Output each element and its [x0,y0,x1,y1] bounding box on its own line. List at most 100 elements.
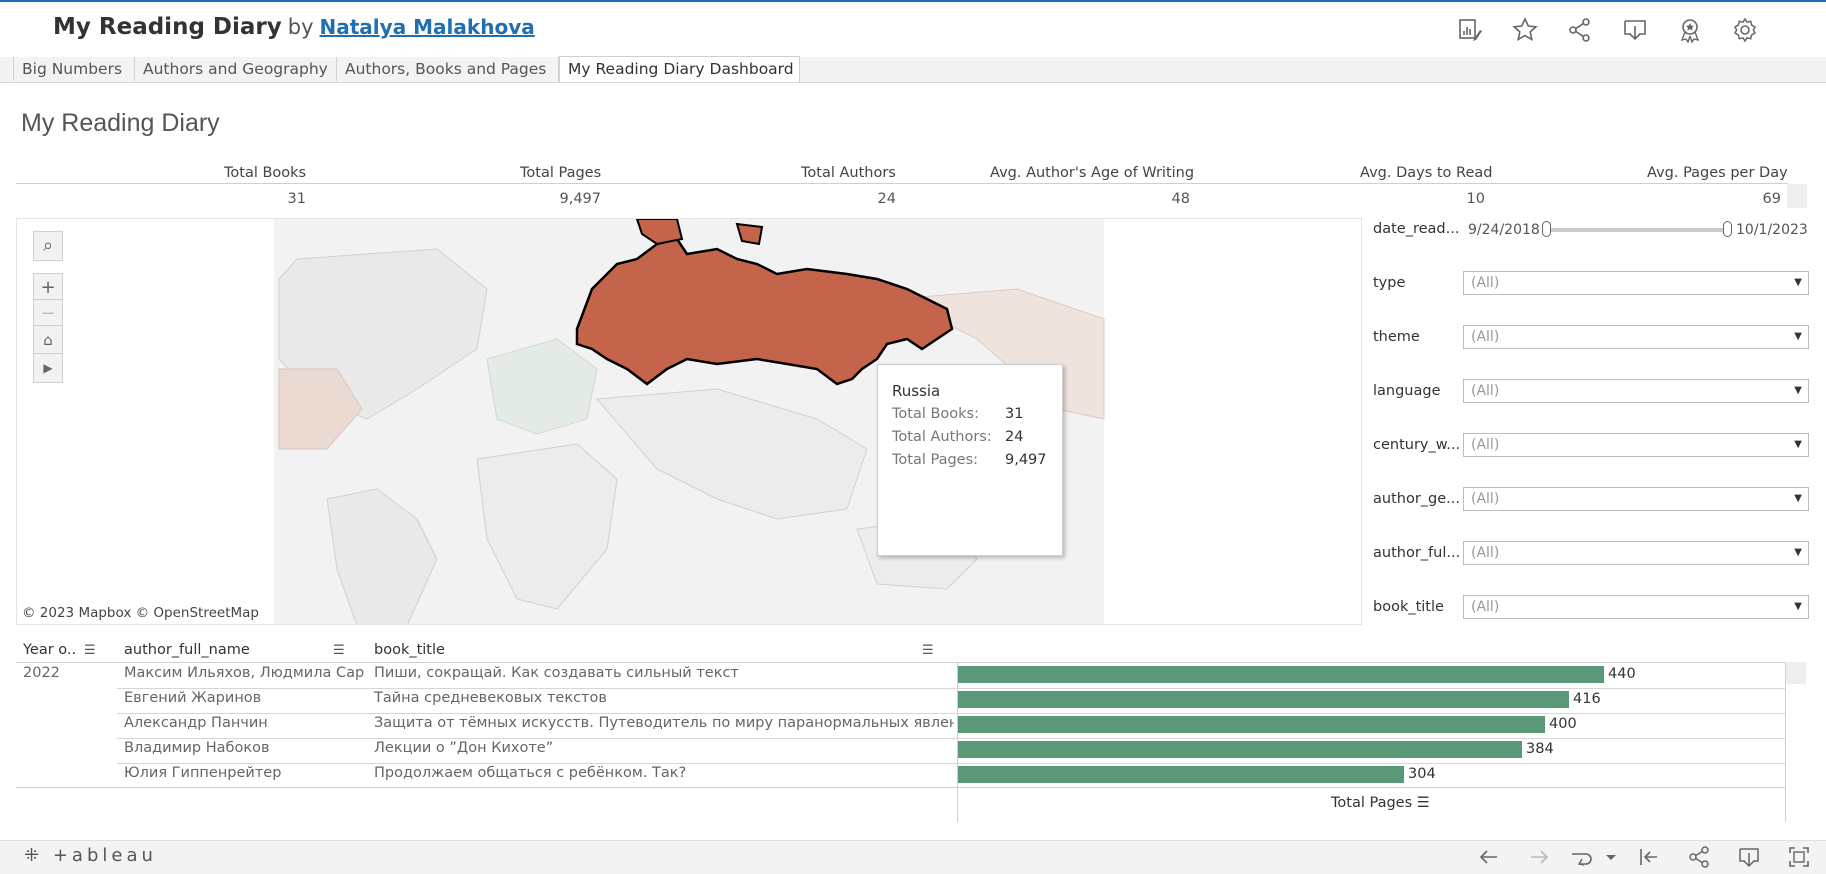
map-canvas[interactable] [17,219,1362,625]
pages-bar[interactable] [958,741,1522,758]
pages-bar-label: 384 [1526,741,1554,757]
author-cell[interactable]: Юлия Гиппенрейтер [124,765,364,781]
undo-icon[interactable] [1477,845,1501,869]
author-cell[interactable]: Александр Панчин [124,715,364,731]
tab-authors-books-pages[interactable]: Authors, Books and Pages [337,57,559,81]
chevron-down-icon: ▼ [1794,439,1802,450]
fullscreen-icon[interactable] [1787,845,1811,869]
author-cell[interactable]: Владимир Набоков [124,740,364,756]
pages-bar[interactable] [958,691,1569,708]
book-title-cell[interactable]: Защита от тёмных искусств. Путеводитель … [374,715,954,731]
sort-icon[interactable]: ☰ [84,643,96,658]
axis-title-text: Total Pages [1331,795,1413,811]
header-book-title[interactable]: book_title [374,642,445,658]
footer-share-icon[interactable] [1687,845,1711,869]
map-search-icon[interactable]: ⌕ [33,231,63,261]
footer-download-icon[interactable] [1737,845,1761,869]
date-range-slider[interactable] [1547,228,1727,232]
map-tooltip: Russia Total Books: 31 Total Authors: 24 T… [877,364,1063,556]
dashboard-title: My Reading Diary [21,109,220,137]
favorite-star-icon[interactable] [1512,17,1538,43]
sort-icon[interactable]: ☰ [922,643,934,658]
settings-gear-icon[interactable] [1732,17,1758,43]
axis-title: Total Pages ☰ [1331,795,1430,811]
row-separator [117,763,1786,764]
filter-label-date-read: date_read... [1373,221,1460,237]
tooltip-label: Total Books: [892,406,979,422]
slider-handle-end[interactable] [1723,221,1732,237]
tableau-logo-text: +ableau [52,845,157,866]
kpi-total-authors-label: Total Authors [801,165,896,181]
filter-value: (All) [1471,275,1500,291]
world-map[interactable]: ⌕ + − ⌂ ▶ © 2023 Mapbox © OpenStreetMap [16,218,1362,625]
map-pan-arrow-icon[interactable]: ▶ [33,353,63,383]
kpi-days-to-read-value: 10 [1466,191,1485,207]
book-title-cell[interactable]: Продолжаем общаться с ребёнком. Так? [374,765,954,781]
filter-book-title-select[interactable]: (All) ▼ [1463,595,1809,619]
table-top-line [16,662,1786,663]
metrics-badge-icon[interactable] [1677,17,1703,43]
pages-bar-label: 304 [1408,766,1436,782]
chevron-down-icon: ▼ [1794,601,1802,612]
tooltip-value: 24 [1005,429,1024,445]
table-scrollbar[interactable] [1786,662,1806,684]
chevron-down-icon: ▼ [1794,493,1802,504]
download-icon[interactable] [1622,17,1648,43]
tab-authors-and-geography[interactable]: Authors and Geography [135,57,337,81]
row-separator [117,688,1786,689]
title-text: My Reading Diary [53,14,282,40]
footer-toolbar [0,840,1826,874]
tooltip-row-authors: Total Authors: 24 [892,429,1023,445]
filter-label-author-full: author_ful... [1373,545,1461,561]
tableau-logo-icon: ⁜ [24,845,44,866]
kpi-scrollbar[interactable] [1787,184,1807,208]
pages-bar[interactable] [958,716,1545,733]
kpi-author-age-label: Avg. Author's Age of Writing [990,165,1195,181]
slider-handle-start[interactable] [1542,221,1551,237]
book-title-cell[interactable]: Пиши, сокращай. Как создавать сильный те… [374,665,954,681]
tableau-logo[interactable]: ⁜ +ableau [24,845,157,866]
filter-century-select[interactable]: (All) ▼ [1463,433,1809,457]
kpi-total-authors-value: 24 [877,191,896,207]
author-cell[interactable]: Максим Ильяхов, Людмила Сар.. [124,665,364,681]
revert-icon[interactable] [1570,845,1594,869]
book-title-cell[interactable]: Лекции о ”Дон Кихоте” [374,740,954,756]
tab-big-numbers[interactable]: Big Numbers [13,57,135,81]
kpi-total-pages-value: 9,497 [559,191,601,207]
kpi-author-age-value: 48 [1171,191,1190,207]
tooltip-label: Total Pages: [892,452,979,468]
filter-label-type: type [1373,275,1406,291]
sort-icon[interactable]: ☰ [333,643,345,658]
author-link[interactable]: Natalya Malakhova [320,15,535,39]
header-author[interactable]: author_full_name [124,642,250,658]
tooltip-row-books: Total Books: 31 [892,406,1023,422]
reset-icon[interactable] [1637,845,1661,869]
edit-icon[interactable] [1457,17,1483,43]
pages-bar-label: 400 [1549,716,1577,732]
share-icon[interactable] [1567,17,1593,43]
tab-reading-diary-dashboard[interactable]: My Reading Diary Dashboard [559,56,800,82]
kpi-divider [16,183,1788,184]
author-cell[interactable]: Евгений Жаринов [124,690,364,706]
map-home-icon[interactable]: ⌂ [33,325,63,355]
book-title-cell[interactable]: Тайна средневековых текстов [374,690,954,706]
filter-author-gender-select[interactable]: (All) ▼ [1463,487,1809,511]
filter-value: (All) [1471,437,1500,453]
redo-icon[interactable] [1527,845,1551,869]
filter-theme-select[interactable]: (All) ▼ [1463,325,1809,349]
sort-icon[interactable]: ☰ [1417,795,1430,811]
pages-bar-label: 440 [1608,666,1636,682]
pages-bar[interactable] [958,666,1604,683]
filter-author-full-select[interactable]: (All) ▼ [1463,541,1809,565]
filter-language-select[interactable]: (All) ▼ [1463,379,1809,403]
map-copyright: © 2023 Mapbox © OpenStreetMap [22,605,259,621]
tooltip-country: Russia [892,382,941,400]
header-year[interactable]: Year o.. [23,642,76,658]
pages-bar[interactable] [958,766,1404,783]
revert-dropdown-icon[interactable] [1604,845,1618,869]
filter-value: (All) [1471,329,1500,345]
filter-type-select[interactable]: (All) ▼ [1463,271,1809,295]
chevron-down-icon: ▼ [1794,385,1802,396]
tooltip-value: 31 [1005,406,1024,422]
year-cell: 2022 [23,665,60,681]
